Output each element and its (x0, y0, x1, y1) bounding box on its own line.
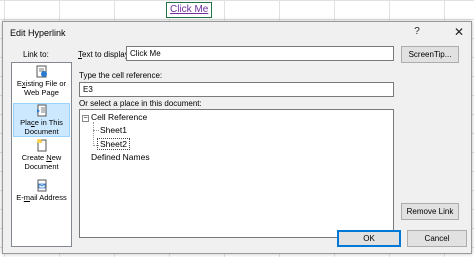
document-place-tree: − Cell Reference Sheet1 Sheet2 Defined N… (79, 109, 394, 238)
link-to-label: Link to: (23, 50, 49, 59)
screentip-button[interactable]: ScreenTip... (401, 46, 459, 63)
close-button[interactable]: ✕ (450, 24, 468, 40)
tree-item-cell-reference[interactable]: Cell Reference (91, 112, 147, 122)
link-to-panel: Existing File or Web Page Place in This … (11, 62, 72, 247)
collapse-icon[interactable]: − (82, 115, 89, 122)
place-in-document-icon (36, 104, 46, 117)
text-to-display-label: Text to display: (78, 50, 131, 59)
link-to-new-document[interactable]: Create New Document (13, 139, 70, 173)
hyperlink-cell[interactable]: Click Me (166, 2, 212, 18)
cancel-button[interactable]: Cancel (407, 230, 467, 247)
email-icon (37, 179, 46, 192)
edit-hyperlink-dialog: Edit Hyperlink ? ✕ Link to: Existing Fil… (2, 21, 472, 254)
place-in-document-label: Or select a place in this document: (79, 99, 202, 108)
remove-link-button[interactable]: Remove Link (401, 203, 459, 220)
link-to-place-in-document[interactable]: Place in This Document (13, 103, 70, 137)
tree-item-sheet1[interactable]: Sheet1 (100, 125, 127, 135)
tree-item-defined-names[interactable]: Defined Names (91, 152, 150, 162)
file-web-icon (36, 65, 47, 78)
dialog-title: Edit Hyperlink (10, 28, 66, 38)
cell-reference-input[interactable]: E3 (79, 82, 394, 97)
cell-reference-label: Type the cell reference: (79, 71, 163, 80)
tree-connector (93, 130, 99, 131)
ok-button[interactable]: OK (337, 230, 401, 247)
text-to-display-input[interactable]: Click Me (126, 46, 394, 61)
help-button[interactable]: ? (408, 24, 426, 40)
tree-connector (93, 122, 94, 146)
new-document-icon (36, 139, 46, 152)
tree-item-sheet2[interactable]: Sheet2 (97, 138, 130, 150)
link-to-existing-file[interactable]: Existing File or Web Page (13, 65, 70, 101)
link-to-email[interactable]: E-mail Address (13, 179, 70, 205)
